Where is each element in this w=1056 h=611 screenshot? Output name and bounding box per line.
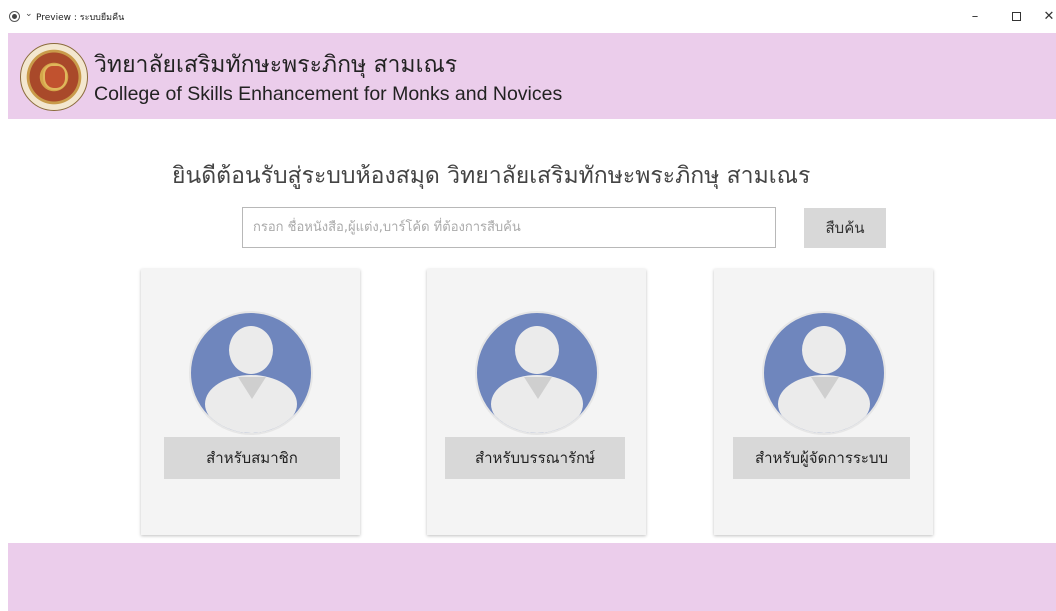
avatar-head: [515, 326, 559, 374]
welcome-heading: ยินดีต้อนรับสู่ระบบห้องสมุด วิทยาลัยเสริ…: [172, 163, 811, 189]
avatar-head: [802, 326, 846, 374]
admin-card: สำหรับผู้จัดการระบบ: [714, 269, 933, 535]
maximize-button[interactable]: [1001, 6, 1031, 26]
close-button[interactable]: ✕: [1034, 6, 1056, 26]
user-avatar-icon: [189, 311, 313, 435]
window-title-bar: ⌄ Preview : ระบบยืมคืน – ✕: [0, 0, 1056, 33]
librarian-login-button[interactable]: สำหรับบรรณารักษ์: [445, 437, 625, 479]
college-logo-icon: [20, 43, 88, 111]
search-input[interactable]: [242, 207, 776, 248]
user-avatar-icon: [475, 311, 599, 435]
avatar-head: [229, 326, 273, 374]
app-radio-icon: [9, 11, 20, 22]
header-banner: วิทยาลัยเสริมทักษะพระภิกษุ สามเณร Colleg…: [8, 33, 1056, 119]
avatar-collar: [524, 377, 552, 399]
college-name-thai: วิทยาลัยเสริมทักษะพระภิกษุ สามเณร: [94, 52, 458, 78]
minimize-button[interactable]: –: [960, 6, 990, 26]
avatar-collar: [238, 377, 266, 399]
footer-bar: [8, 543, 1056, 611]
user-avatar-icon: [762, 311, 886, 435]
chevron-down-icon[interactable]: ⌄: [25, 9, 33, 19]
member-card: สำหรับสมาชิก: [141, 269, 360, 535]
window-title: Preview : ระบบยืมคืน: [36, 13, 125, 23]
avatar-collar: [811, 377, 839, 399]
maximize-icon: [1011, 11, 1021, 21]
librarian-card: สำหรับบรรณารักษ์: [427, 269, 646, 535]
college-name-english: College of Skills Enhancement for Monks …: [94, 83, 563, 105]
admin-login-button[interactable]: สำหรับผู้จัดการระบบ: [733, 437, 910, 479]
member-login-button[interactable]: สำหรับสมาชิก: [164, 437, 340, 479]
logo-emblem: [43, 64, 67, 90]
search-button[interactable]: สืบค้น: [804, 208, 886, 248]
